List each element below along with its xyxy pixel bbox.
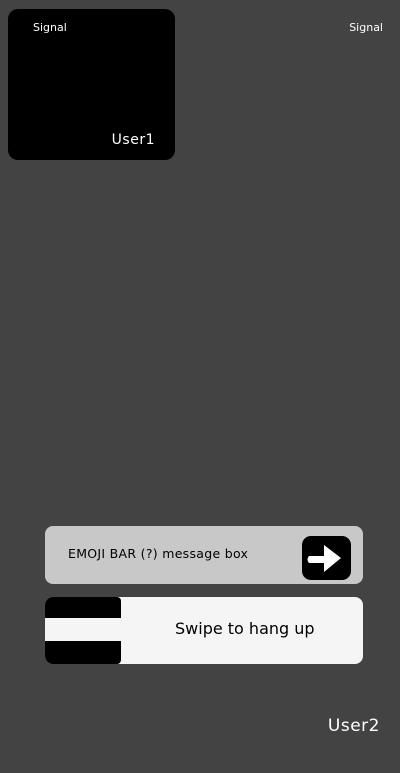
message-box[interactable]: EMOJI BAR (?) message box: [45, 526, 363, 584]
remote-user-name: User2: [327, 716, 380, 736]
call-screen: Signal User1 Signal EMOJI BAR (?) messag…: [0, 0, 400, 773]
arrow-right-icon: [307, 545, 341, 572]
hangup-label: Swipe to hang up: [175, 619, 315, 638]
self-signal-label: Signal: [33, 21, 67, 34]
self-user-name: User1: [111, 132, 155, 148]
hangup-handle-stripe: [45, 618, 121, 641]
hangup-slider[interactable]: Swipe to hang up: [45, 597, 363, 664]
send-button[interactable]: [302, 536, 351, 580]
remote-signal-label: Signal: [349, 21, 383, 34]
message-input[interactable]: EMOJI BAR (?) message box: [68, 546, 248, 561]
self-video-view[interactable]: Signal User1: [8, 9, 175, 160]
hangup-slider-handle[interactable]: [45, 597, 121, 664]
